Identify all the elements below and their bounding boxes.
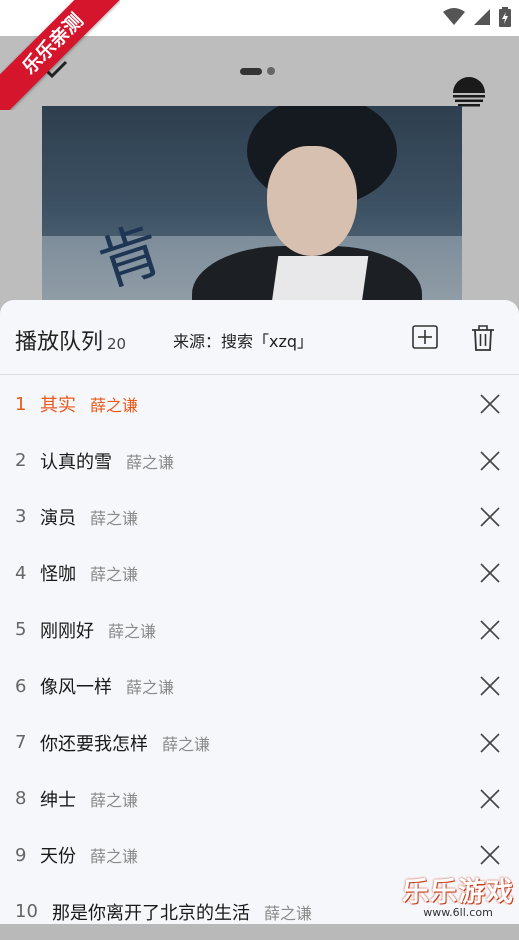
queue-item-index: 7 <box>15 732 27 754</box>
queue-item-index: 9 <box>15 844 27 866</box>
queue-item-title: 其实 薛之谦 <box>40 391 138 417</box>
battery-icon <box>499 7 511 27</box>
song-name: 其实 <box>40 395 76 417</box>
close-icon[interactable] <box>479 562 501 584</box>
artist-name: 薛之谦 <box>90 565 139 585</box>
page-dot-active <box>240 67 262 75</box>
queue-item[interactable]: 7 你还要我怎样 薛之谦 <box>0 714 519 770</box>
queue-title: 播放队列 20 <box>15 324 126 356</box>
cover-figure-face <box>267 146 357 256</box>
equalizer-sun-icon[interactable] <box>451 76 487 110</box>
queue-item[interactable]: 3 演员 薛之谦 <box>0 489 519 545</box>
artist-name: 薛之谦 <box>162 734 211 754</box>
queue-item-title: 天份 薛之谦 <box>40 842 138 868</box>
artist-name: 薛之谦 <box>90 847 139 867</box>
queue-item-title: 你还要我怎样 薛之谦 <box>40 730 210 756</box>
close-icon[interactable] <box>479 619 501 641</box>
song-name: 像风一样 <box>40 677 112 699</box>
queue-source: 来源：搜索「xzq」 <box>173 332 314 351</box>
song-name: 天份 <box>40 846 76 868</box>
queue-list: 1 其实 薛之谦 2 认真的雪 薛之谦 3 演员 薛之谦 4 怪咖 薛之谦 5 刚刚好薛… <box>0 376 519 940</box>
queue-item[interactable]: 8 绅士 薛之谦 <box>0 771 519 827</box>
close-icon[interactable] <box>479 732 501 754</box>
add-box-icon[interactable] <box>412 325 438 349</box>
song-name: 刚刚好 <box>40 620 94 642</box>
page-dot <box>267 67 275 75</box>
queue-item-title: 像风一样 薛之谦 <box>40 673 174 699</box>
wifi-icon <box>443 8 465 25</box>
trash-icon[interactable] <box>471 324 495 352</box>
queue-header: 播放队列 20 来源：搜索「xzq」 <box>0 300 519 375</box>
queue-item-title: 刚刚好 薛之谦 <box>40 617 156 643</box>
queue-item-title: 那是你离开了北京的生活 薛之谦 <box>52 899 312 925</box>
close-icon[interactable] <box>479 450 501 472</box>
artist-name: 薛之谦 <box>126 452 175 472</box>
song-name: 演员 <box>40 507 76 529</box>
queue-title-text: 播放队列 <box>15 330 104 355</box>
close-icon[interactable] <box>479 506 501 528</box>
play-queue-panel: 播放队列20 来源：搜索「xzq」 1 其实薛之谦 2 认真的雪薛之谦 3 <box>0 300 519 924</box>
queue-count: 20 <box>107 335 127 353</box>
queue-item-index: 10 <box>15 901 38 923</box>
queue-item-index: 6 <box>15 675 27 697</box>
queue-item-index: 1 <box>15 393 27 415</box>
page-indicator <box>240 67 275 75</box>
artist-name: 薛之谦 <box>90 508 139 528</box>
artist-name: 薛之谦 <box>90 396 139 416</box>
queue-item-index: 5 <box>15 619 27 641</box>
artist-name: 薛之谦 <box>108 621 157 641</box>
status-icons <box>443 7 511 27</box>
queue-item[interactable]: 2 认真的雪 薛之谦 <box>0 432 519 488</box>
queue-item-title: 怪咖 薛之谦 <box>40 560 138 586</box>
song-name: 认真的雪 <box>40 451 112 473</box>
close-icon[interactable] <box>479 844 501 866</box>
artist-name: 薛之谦 <box>264 903 313 923</box>
song-name: 你还要我怎样 <box>40 733 148 755</box>
corner-badge: 乐乐亲测 <box>0 0 120 110</box>
song-name: 那是你离开了北京的生活 <box>52 902 250 924</box>
close-icon[interactable] <box>479 788 501 810</box>
artist-name: 薛之谦 <box>90 790 139 810</box>
song-name: 怪咖 <box>40 564 76 586</box>
artist-name: 薛之谦 <box>126 678 175 698</box>
queue-item-title: 认真的雪 薛之谦 <box>40 448 174 474</box>
queue-item-title: 演员 薛之谦 <box>40 504 138 530</box>
queue-item-title: 绅士 薛之谦 <box>40 786 138 812</box>
queue-item-index: 4 <box>15 562 27 584</box>
watermark: 乐乐游戏 www.6ll.com <box>402 870 514 919</box>
queue-item[interactable]: 1 其实 薛之谦 <box>0 376 519 432</box>
queue-item-index: 2 <box>15 450 27 472</box>
queue-item-index: 3 <box>15 506 27 528</box>
signal-icon <box>474 9 490 25</box>
song-name: 绅士 <box>40 789 76 811</box>
queue-item[interactable]: 6 像风一样 薛之谦 <box>0 658 519 714</box>
close-icon[interactable] <box>479 393 501 415</box>
corner-badge-wrap: 乐乐亲测 <box>0 0 120 110</box>
queue-item[interactable]: 4 怪咖 薛之谦 <box>0 545 519 601</box>
close-icon[interactable] <box>479 675 501 697</box>
queue-item[interactable]: 5 刚刚好 薛之谦 <box>0 602 519 658</box>
watermark-title: 乐乐游戏 <box>402 877 514 908</box>
queue-item-index: 8 <box>15 788 27 810</box>
